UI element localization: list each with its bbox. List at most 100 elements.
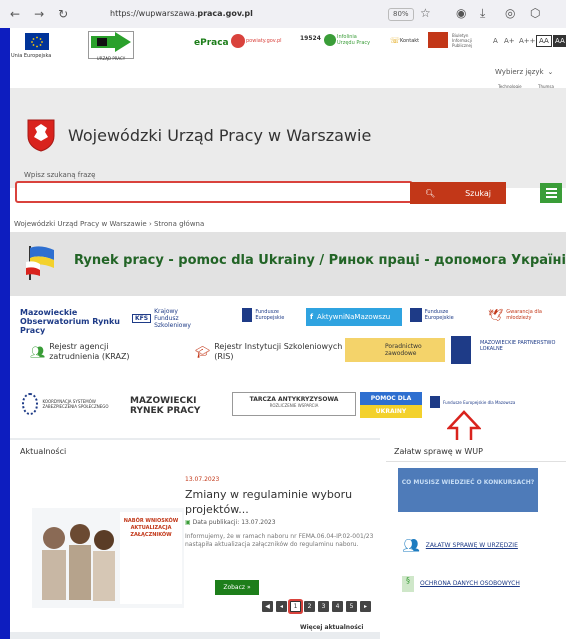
language-select[interactable]: Wybierz język ⌄: [495, 64, 566, 80]
ukraine-banner-text[interactable]: Rynek pracy - pomoc dla Ukrainy / Ринок …: [74, 253, 566, 268]
eu-flag-icon: [25, 33, 49, 50]
browser-toolbar: ← → ↻ https://wupwarszawa.praca.gov.pl 8…: [0, 0, 566, 28]
page-title: Wojewódzki Urząd Pracy w Warszawie: [68, 126, 372, 145]
ris-logo[interactable]: 🎓︎ Rejestr Instytucji Szkoleniowych (RIS): [195, 342, 345, 362]
side-panel-heading: Załatw sprawę w WUP: [386, 440, 566, 462]
morp-label: Mazowieckie Obserwatorium Rynku Pracy: [20, 308, 120, 335]
download-icon[interactable]: ⤓: [480, 6, 485, 21]
phone-icon: ☏: [390, 36, 401, 45]
gwarancja-logo[interactable]: 🕊︎ Gwarancja dla młodzieży: [488, 308, 560, 322]
kontakt-link[interactable]: Kontakt: [400, 38, 419, 44]
forward-icon[interactable]: →: [34, 7, 44, 21]
fundusze-icon-2: [410, 308, 422, 322]
pocket-icon[interactable]: ◉: [456, 6, 466, 20]
utility-bar: Unia Europejska URZĄD PRACY ePraca powia…: [10, 28, 566, 89]
language-select-label: Wybierz język: [495, 68, 544, 76]
page: Unia Europejska URZĄD PRACY ePraca powia…: [10, 28, 566, 639]
reload-icon[interactable]: ↻: [58, 7, 68, 21]
koordynacja-logo[interactable]: KOORDYNACJA SYSTEMÓW ZABEZPIECZENIA SPOŁ…: [22, 393, 126, 415]
kraz-logo[interactable]: 👥︎ Rejestr agencji zatrudnienia (KRAZ): [30, 342, 160, 362]
extensions-icon[interactable]: ⬡: [530, 6, 540, 20]
konkursy-banner[interactable]: CO MUSISZ WIEDZIEĆ O KONKURSACH?: [398, 468, 538, 512]
koordynacja-icon: [22, 393, 39, 415]
news-pager: ◀ ◂ 1 2 3 4 5 ▸: [262, 601, 371, 612]
news-thumbnail[interactable]: NABÓR WNIOSKÓW AKTUALIZACJA ZAŁĄCZNIKÓW: [32, 498, 184, 608]
font-size-large[interactable]: A+: [504, 37, 515, 45]
search-label: Wpisz szukaną frazę: [24, 171, 96, 179]
facebook-icon: f: [310, 313, 314, 321]
aktywni-logo[interactable]: f AktywniNaMazowszu: [306, 308, 402, 326]
fundusze-logo-2[interactable]: Fundusze Europejskie: [410, 308, 478, 322]
all-news-link[interactable]: Więcej aktualności: [300, 624, 363, 631]
mpl-label: MAZOWIECKIE PARTNERSTWO LOKALNE: [480, 340, 556, 352]
epraca-link[interactable]: ePraca: [194, 38, 229, 48]
infolinia-icon: [324, 34, 336, 46]
search-icon: 🔍︎: [424, 188, 436, 198]
infolinia-link[interactable]: Infolinia Urzędu Pracy: [337, 34, 375, 46]
pager-prev-button[interactable]: ◂: [276, 601, 287, 612]
mpl-logo[interactable]: MAZOWIECKIE PARTNERSTWO LOKALNE: [480, 340, 560, 352]
account-icon[interactable]: ◎: [505, 6, 515, 20]
ochrona-danych-link[interactable]: OCHRONA DANYCH OSOBOWYCH: [420, 580, 520, 588]
back-icon[interactable]: ←: [10, 7, 20, 21]
bip-icon: [428, 32, 448, 48]
flags-icon: [22, 242, 62, 282]
news-description: Informujemy, że w ramach naboru nr FEMA.…: [185, 533, 374, 548]
eu-label: Unia Europejska: [11, 53, 52, 59]
hamburger-menu-button[interactable]: [540, 183, 562, 203]
tarcza-logo[interactable]: TARCZA ANTYKRYZYSOWA ROZLICZENIE WSPARCI…: [232, 392, 356, 416]
koordynacja-label: KOORDYNACJA SYSTEMÓW ZABEZPIECZENIA SPOŁ…: [42, 399, 109, 409]
pager-page-3[interactable]: 3: [318, 601, 329, 612]
ochrona-danych-item[interactable]: § OCHRONA DANYCH OSOBOWYCH: [402, 576, 532, 592]
zoom-indicator[interactable]: 80%: [388, 8, 414, 21]
poradnictwo-logo[interactable]: Poradnictwo zawodowe: [345, 338, 445, 362]
search-button[interactable]: 🔍︎ Szukaj: [410, 182, 506, 204]
fundusze-logo-1[interactable]: Fundusze Europejskie: [242, 308, 302, 322]
font-size-normal[interactable]: A: [493, 37, 498, 45]
kfs-icon: KFS: [132, 314, 152, 323]
contrast-high-button[interactable]: AA: [553, 35, 566, 47]
powiaty-icon: [231, 34, 245, 48]
publication-date-text: Data publikacji: 13.07.2023: [192, 519, 276, 526]
kfs-logo[interactable]: KFS Krajowy Fundusz Szkoleniowy: [132, 308, 192, 329]
news-title-link[interactable]: Zmiany w regulaminie wyboru projektów...: [185, 487, 375, 517]
mrp-logo[interactable]: MAZOWIECKI RYNEK PRACY: [130, 396, 226, 416]
morp-logo[interactable]: Mazowieckie Obserwatorium Rynku Pracy: [20, 308, 132, 335]
mrp-label: MAZOWIECKI RYNEK PRACY: [130, 396, 201, 416]
pomoc-ukraina-logo[interactable]: POMOC DLA UKRAINY: [360, 392, 422, 418]
bird-icon: 🕊︎: [488, 308, 504, 322]
bip-link[interactable]: Biuletyn Informacji Publicznej: [452, 33, 484, 48]
zalatw-sprawe-item[interactable]: 👥︎ ZAŁATW SPRAWĘ W URZĘDZIE: [402, 538, 532, 554]
see-more-button[interactable]: Zobacz »: [215, 580, 259, 595]
url-domain: praca.gov.pl: [197, 9, 253, 18]
font-size-xlarge[interactable]: A++: [519, 37, 536, 45]
tarcza-label: TARCZA ANTYKRYZYSOWA: [249, 396, 339, 403]
pager-page-4[interactable]: 4: [332, 601, 343, 612]
publication-date: ▣ Data publikacji: 13.07.2023: [185, 519, 276, 526]
fem-logo[interactable]: Fundusze Europejskie dla Mazowsza: [430, 396, 520, 408]
pager-page-2[interactable]: 2: [304, 601, 315, 612]
breadcrumb-home[interactable]: Wojewódzki Urząd Pracy w Warszawie: [14, 220, 147, 228]
mazovia-crest-icon[interactable]: [26, 118, 56, 152]
pager-first-button[interactable]: ◀: [262, 601, 273, 612]
powiaty-link[interactable]: powiaty.gov.pl: [246, 38, 282, 44]
address-bar[interactable]: https://wupwarszawa.praca.gov.pl: [110, 5, 370, 23]
contrast-normal-button[interactable]: AA: [536, 35, 552, 47]
gwarancja-label: Gwarancja dla młodzieży: [506, 309, 542, 321]
fem-icon: [430, 396, 440, 408]
zalatw-sprawe-link[interactable]: ZAŁATW SPRAWĘ W URZĘDZIE: [426, 542, 518, 550]
graduation-cap-icon: 🎓︎: [195, 345, 211, 359]
search-input[interactable]: [15, 181, 413, 203]
bookmark-star-icon[interactable]: ☆: [420, 6, 431, 20]
pager-next-button[interactable]: ▸: [360, 601, 371, 612]
pager-page-5[interactable]: 5: [346, 601, 357, 612]
thumbnail-text: NABÓR WNIOSKÓW AKTUALIZACJA ZAŁĄCZNIKÓW: [123, 518, 179, 538]
pager-page-1[interactable]: 1: [290, 601, 301, 612]
infolinia-number: 19524: [300, 35, 321, 42]
people-icon: 👥︎: [30, 345, 46, 359]
aktywni-label: AktywniNaMazowszu: [317, 313, 391, 321]
kfs-label: Krajowy Fundusz Szkoleniowy: [154, 308, 191, 329]
document-icon: §: [402, 576, 414, 592]
urzad-pracy-logo[interactable]: URZĄD PRACY: [88, 31, 134, 61]
calendar-icon: ▣: [185, 519, 191, 526]
